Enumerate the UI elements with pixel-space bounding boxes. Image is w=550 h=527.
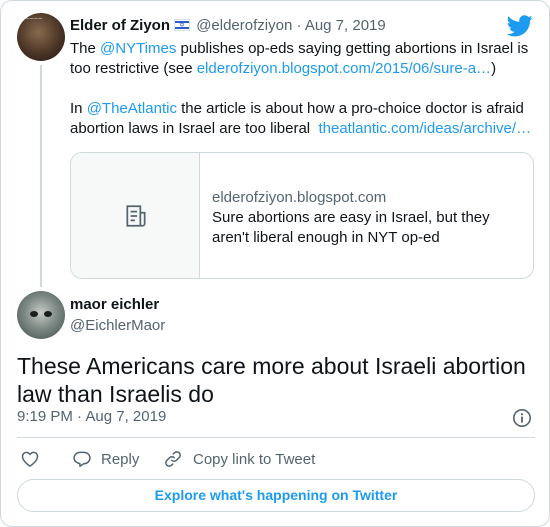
avatar-detail xyxy=(30,311,38,317)
link-preview-card[interactable]: elderofziyon.blogspot.com Sure abortions… xyxy=(70,152,534,279)
tweet-text: These Americans care more about Israeli … xyxy=(17,353,526,407)
nytimes-mention-link[interactable]: @NYTimes xyxy=(100,40,176,57)
theatlantic-mention-link[interactable]: @TheAtlantic xyxy=(87,100,177,117)
quoted-line-3: In @TheAtlantic the article is about how… xyxy=(70,99,535,119)
quoted-author-handle[interactable]: @elderofziyon xyxy=(196,17,292,34)
link-icon xyxy=(165,451,181,467)
copy-link-button[interactable]: Copy link to Tweet xyxy=(163,449,315,469)
text-fragment: too restrictive (see xyxy=(70,60,197,77)
link-card-thumbnail xyxy=(71,153,200,278)
link-card-domain: elderofziyon.blogspot.com xyxy=(212,189,387,206)
avatar-artwork: ~~~~ xyxy=(25,16,43,23)
twitter-logo-icon[interactable] xyxy=(507,15,533,37)
info-icon[interactable] xyxy=(512,408,532,428)
maor-eichler-avatar[interactable] xyxy=(17,291,65,339)
like-button[interactable] xyxy=(20,449,40,469)
elder-of-ziyon-avatar[interactable]: ~~~~ xyxy=(17,13,65,61)
quoted-line-4: abortion laws in Israel are too liberal … xyxy=(70,119,535,139)
reply-label: Reply xyxy=(101,450,140,468)
text-fragment: the article is about how a pro-choice do… xyxy=(176,100,524,117)
tweet-author-handle[interactable]: @EichlerMaor xyxy=(70,316,165,336)
text-fragment: abortion laws in Israel are too liberal xyxy=(70,120,319,137)
theatlantic-link[interactable]: theatlantic.com/ideas/archive/… xyxy=(318,120,531,137)
header-separator: · xyxy=(296,17,302,34)
text-fragment: publishes op-eds saying getting abortion… xyxy=(176,40,529,57)
quoted-tweet-date[interactable]: Aug 7, 2019 xyxy=(305,17,386,34)
text-fragment: The xyxy=(70,40,101,57)
tweet-time: 9:19 PM xyxy=(17,408,73,425)
israel-flag-icon: ✡ xyxy=(174,19,191,31)
tweet-timestamp[interactable]: 9:19 PM · Aug 7, 2019 xyxy=(17,407,166,427)
tweet-date: Aug 7, 2019 xyxy=(85,408,167,425)
reply-button[interactable]: Reply xyxy=(72,449,139,469)
timestamp-separator: · xyxy=(77,408,83,425)
text-fragment: In xyxy=(70,100,87,117)
reply-icon xyxy=(73,451,91,467)
tweet-embed-card: ~~~~ Elder of Ziyon ✡ @elderofziyon · Aug… xyxy=(0,0,550,527)
text-fragment: ) xyxy=(491,60,497,77)
divider xyxy=(17,437,535,438)
quoted-author-name[interactable]: Elder of Ziyon xyxy=(70,17,170,34)
copy-link-label: Copy link to Tweet xyxy=(193,450,316,468)
quoted-tweet-text: The @NYTimes publishes op-eds saying get… xyxy=(70,39,535,139)
quoted-line-2: too restrictive (see elderofziyon.blogsp… xyxy=(70,59,535,79)
quoted-tweet-header: Elder of Ziyon ✡ @elderofziyon · Aug 7, 2… xyxy=(70,16,386,36)
quoted-line-1: The @NYTimes publishes op-eds saying get… xyxy=(70,39,535,59)
thread-line xyxy=(40,65,42,287)
heart-icon xyxy=(21,451,39,467)
explore-twitter-button[interactable]: Explore what's happening on Twitter xyxy=(17,479,535,512)
blogspot-link[interactable]: elderofziyon.blogspot.com/2015/06/sure-a… xyxy=(197,60,491,77)
tweet-author-name[interactable]: maor eichler xyxy=(70,295,159,315)
avatar-detail xyxy=(44,311,52,317)
link-card-title: Sure abortions are easy in Israel, but t… xyxy=(212,209,490,246)
document-icon xyxy=(126,205,146,227)
